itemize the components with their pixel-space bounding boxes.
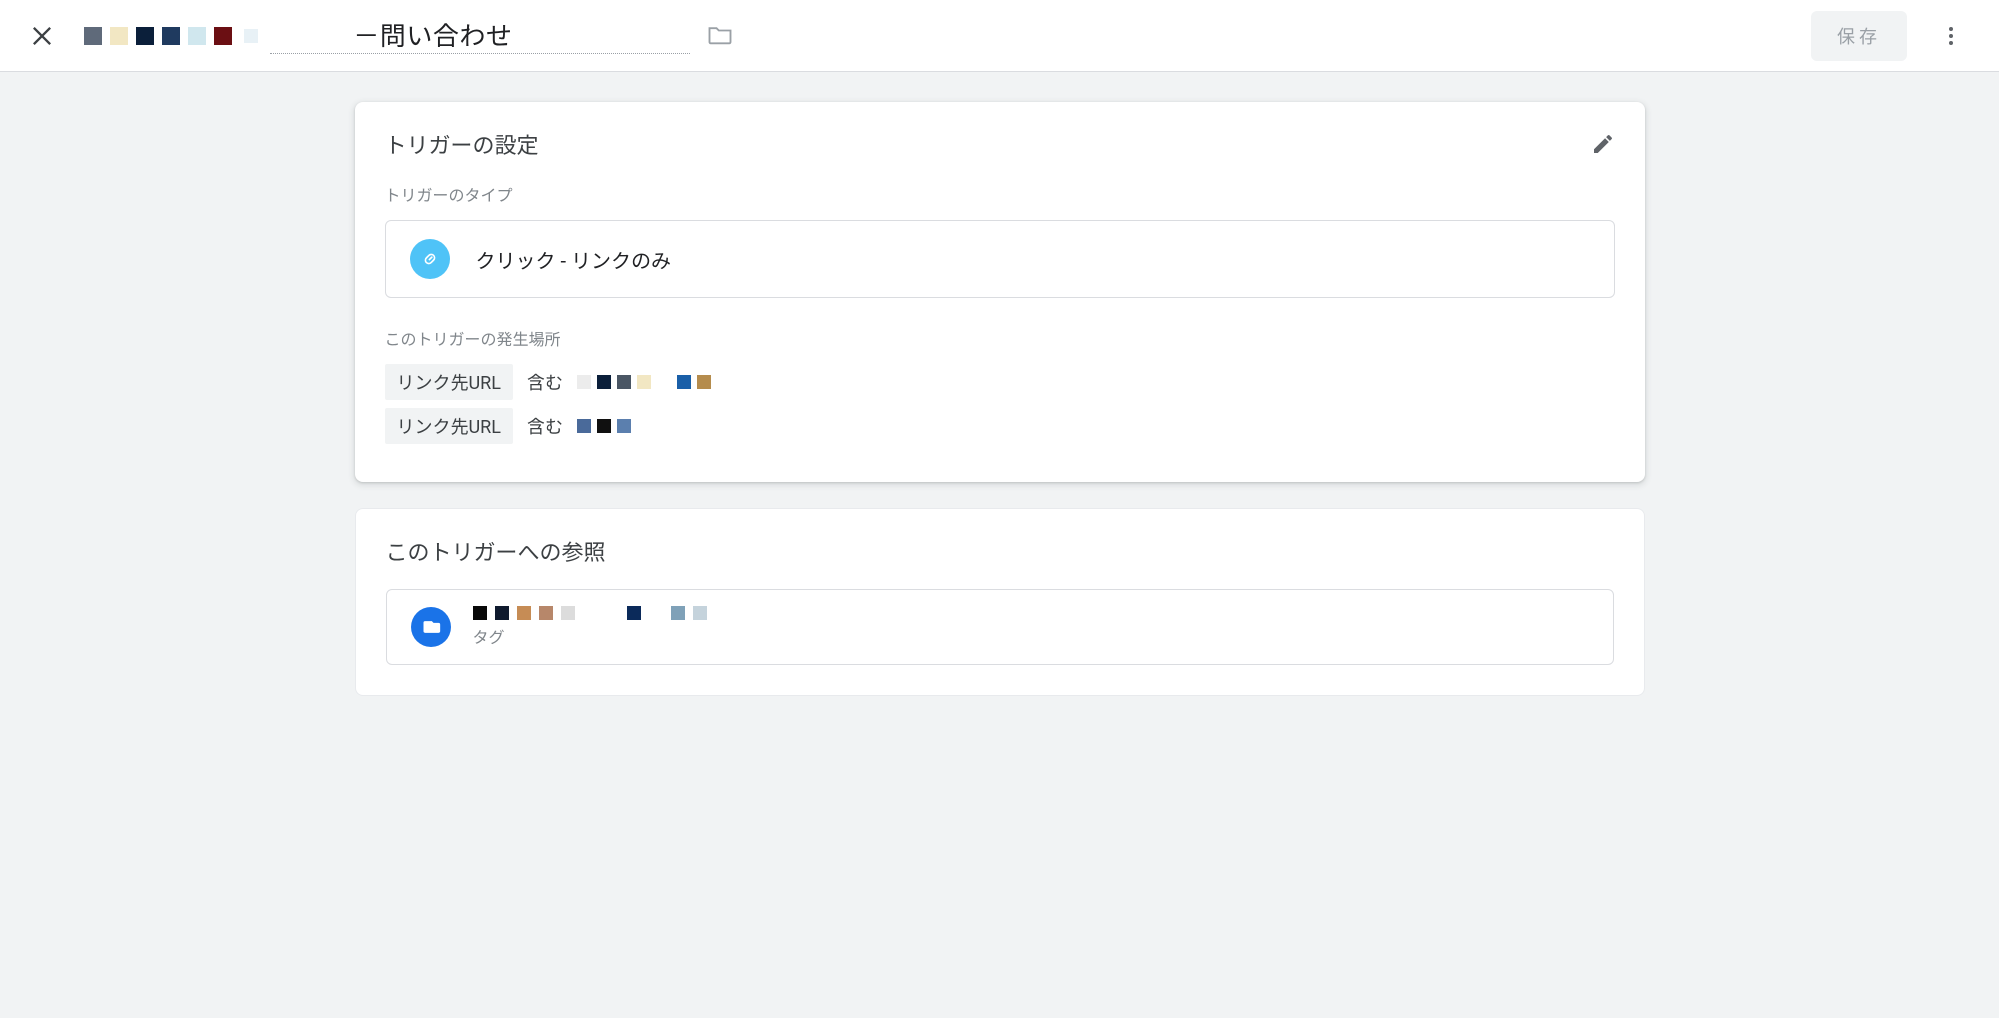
references-list: タグ [386, 589, 1614, 665]
trigger-references-card: このトリガーへの参照 タグ [355, 508, 1645, 696]
condition-value-redacted [577, 419, 631, 433]
redacted-block [577, 419, 591, 433]
reference-type-label: タグ [473, 624, 707, 648]
redacted-block [473, 606, 487, 620]
redacted-block [627, 606, 641, 620]
trigger-references-title: このトリガーへの参照 [386, 535, 1614, 567]
redacted-block [605, 606, 619, 620]
condition-variable: リンク先URL [385, 408, 513, 444]
trigger-type-row[interactable]: クリック - リンクのみ [385, 220, 1615, 298]
save-button[interactable]: 保存 [1811, 11, 1907, 61]
trigger-settings-title: トリガーの設定 [385, 128, 1615, 160]
condition-operator: 含む [527, 369, 563, 395]
trigger-settings-card: トリガーの設定 トリガーのタイプ クリック - リンクのみ このトリガーの発生場… [355, 102, 1645, 482]
condition-variable: リンク先URL [385, 364, 513, 400]
folder-icon[interactable] [702, 20, 734, 52]
redacted-block [597, 419, 611, 433]
redacted-block [84, 27, 102, 45]
condition-row: リンク先URL 含む [385, 364, 1615, 400]
redacted-block [136, 27, 154, 45]
condition-row: リンク先URL 含む [385, 408, 1615, 444]
redacted-block [561, 606, 575, 620]
title-redacted-light [244, 29, 258, 43]
editor-header: 保存 [0, 0, 1999, 72]
title-redacted-prefix [84, 27, 232, 45]
redacted-block [214, 27, 232, 45]
close-button[interactable] [18, 12, 66, 60]
trigger-conditions-label: このトリガーの発生場所 [385, 326, 1615, 350]
redacted-block [671, 606, 685, 620]
redacted-block [693, 606, 707, 620]
title-wrap [84, 17, 734, 54]
redacted-block [577, 375, 591, 389]
pencil-icon [1591, 132, 1615, 156]
redacted-block [583, 606, 597, 620]
condition-operator: 含む [527, 413, 563, 439]
redacted-block [637, 375, 651, 389]
trigger-name-input[interactable] [270, 17, 690, 54]
redacted-block [495, 606, 509, 620]
redacted-block [617, 375, 631, 389]
trigger-conditions-list: リンク先URL 含むリンク先URL 含む [385, 364, 1615, 444]
redacted-block [162, 27, 180, 45]
link-click-icon [410, 239, 450, 279]
redacted-block [517, 606, 531, 620]
trigger-type-label: トリガーのタイプ [385, 182, 1615, 206]
redacted-block [697, 375, 711, 389]
reference-row[interactable]: タグ [386, 589, 1614, 665]
redacted-block [617, 419, 631, 433]
redacted-block [597, 375, 611, 389]
redacted-block [539, 606, 553, 620]
overflow-menu-button[interactable] [1927, 12, 1975, 60]
reference-name-redacted [473, 606, 707, 620]
more-vert-icon [1939, 24, 1963, 48]
redacted-block [677, 375, 691, 389]
condition-value-redacted [577, 375, 711, 389]
close-icon [28, 22, 56, 50]
edit-trigger-button[interactable] [1583, 124, 1623, 164]
redacted-block [188, 27, 206, 45]
tag-icon [411, 607, 451, 647]
reference-text: タグ [473, 606, 707, 648]
redacted-block [649, 606, 663, 620]
redacted-block [657, 375, 671, 389]
redacted-block [110, 27, 128, 45]
trigger-type-name: クリック - リンクのみ [476, 245, 671, 274]
